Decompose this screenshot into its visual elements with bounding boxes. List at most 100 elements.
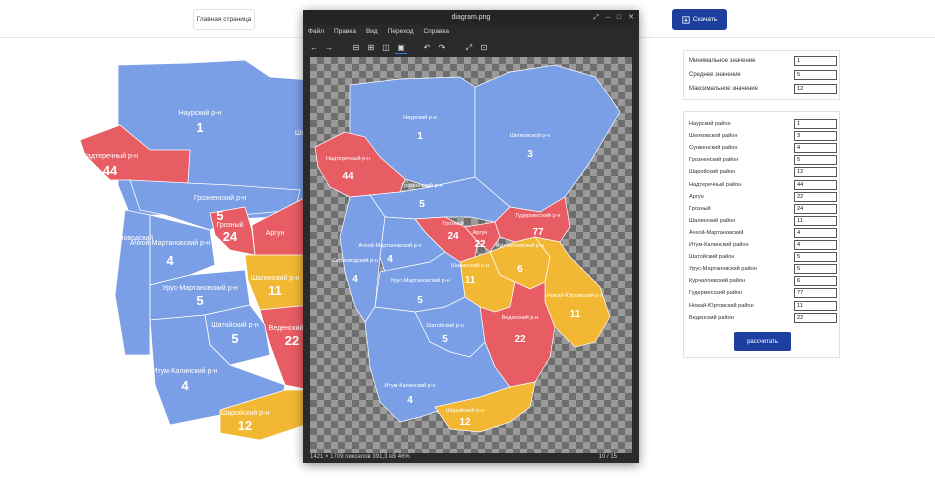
minimize-icon[interactable]: – (606, 12, 610, 23)
home-link[interactable]: Главная страница (193, 9, 255, 30)
region-value-field[interactable]: 4 (794, 240, 837, 250)
bg-region-value: 4 (181, 378, 189, 393)
image-counter: 10 / 15 (598, 454, 617, 460)
viewer-status-bar: 1421 × 1709 пикселов 391,3 kB 46% 10 / 1… (303, 451, 639, 463)
bg-region-value: 4 (166, 253, 174, 268)
region-row: Аргун 22 (689, 191, 837, 203)
bg-region-sernovodsky[interactable] (114, 209, 151, 356)
fullscreen-icon[interactable]: ⤢ (593, 12, 599, 23)
bg-region-name: Итум-Калинский р-н (152, 367, 217, 375)
region-value-field[interactable]: 22 (794, 191, 837, 202)
region-label: Грозный (689, 205, 711, 212)
back-arrow-icon[interactable]: ← (308, 42, 320, 54)
viewer-region-name: Курчалоевский р-н (496, 242, 544, 249)
bg-region-value: 22 (285, 333, 299, 348)
zoom-out-icon[interactable]: ⊟ (350, 42, 362, 54)
region-value-field[interactable]: 5 (794, 155, 837, 166)
region-row: Шаройский район 12 (689, 166, 837, 178)
bg-region-name: Урус-Мартановский р-н (162, 284, 238, 292)
region-label: Аргун (689, 193, 704, 200)
region-row: Веденский район 22 (689, 312, 837, 324)
rotate-left-icon[interactable]: ↶ (421, 42, 433, 54)
slideshow-icon[interactable]: ⊡ (478, 42, 490, 54)
menu-item-go[interactable]: Переход (388, 25, 414, 39)
stat-value-field[interactable]: 5 (794, 70, 837, 80)
bg-region-name: Грозный (216, 221, 243, 229)
viewer-region-value: 24 (447, 231, 459, 242)
viewer-region-value: 11 (570, 309, 581, 320)
region-row: Ачхой-Мартановский 4 (689, 227, 837, 239)
region-value-field[interactable]: 12 (794, 167, 837, 178)
region-label: Грозненский район (689, 157, 739, 164)
region-value-field[interactable]: 5 (794, 252, 837, 263)
image-canvas[interactable]: Наурский р-н 1 Шелковской р-н 3 Надтеречный … (310, 57, 632, 453)
region-value-field[interactable]: 5 (794, 264, 837, 275)
regions-panel: Наурский район 1 Шелковской район 3 Сунженск… (683, 111, 840, 358)
region-value-field[interactable]: 11 (794, 215, 837, 226)
bg-region-value: 11 (268, 283, 282, 298)
viewer-region-name: Урус-Мартановский р-н (390, 277, 449, 284)
region-label: Шелковской район (689, 133, 738, 140)
maximize-icon[interactable]: □ (617, 12, 621, 23)
diagram-map: Наурский р-н 1 Шелковской р-н 3 Надтеречный … (314, 64, 621, 433)
region-value-field[interactable]: 44 (794, 179, 837, 190)
viewer-region-value: 77 (532, 227, 544, 238)
region-row: Шалинский район 11 (689, 215, 837, 227)
region-label: Гудермесский район (689, 290, 743, 297)
zoom-1-to-1-icon[interactable]: ◫ (380, 42, 392, 54)
region-label: Веденский район (689, 314, 734, 321)
region-value-field[interactable]: 4 (794, 143, 837, 154)
stat-row: Максимальное значение 12 (689, 83, 837, 95)
region-value-field[interactable]: 3 (794, 131, 837, 142)
viewer-region-name: Итум-Калинский р-н (384, 382, 435, 389)
viewer-region-value: 4 (387, 254, 393, 265)
menu-item-edit[interactable]: Правка (334, 25, 356, 39)
region-row: Грозненский район 5 (689, 154, 837, 166)
viewer-region-value: 11 (465, 275, 476, 286)
viewer-region-name: Серноводский р-н (332, 257, 378, 264)
bg-region-value: 12 (238, 418, 252, 433)
region-value-field[interactable]: 11 (794, 300, 837, 311)
region-value-field[interactable]: 22 (794, 312, 837, 323)
forward-arrow-icon[interactable]: → (323, 42, 335, 54)
rotate-right-icon[interactable]: ↷ (436, 42, 448, 54)
viewer-region-value: 22 (514, 334, 526, 345)
stat-row: Минимальное значение 1 (689, 55, 837, 67)
stat-label: Среднее значение (689, 72, 741, 78)
close-icon[interactable]: ✕ (628, 12, 634, 23)
region-value-field[interactable]: 77 (794, 288, 837, 299)
viewer-region-value: 5 (419, 199, 425, 210)
stat-label: Минимальное значение (689, 58, 756, 64)
menu-item-view[interactable]: Вид (366, 25, 378, 39)
stat-label: Максимальное значение (689, 86, 758, 92)
region-value-field[interactable]: 24 (794, 203, 837, 214)
image-viewer-window: diagram.png ⤢ – □ ✕ Файл Правка Вид Пере… (303, 10, 639, 463)
region-label: Наурский район (689, 121, 731, 127)
fullscreen-view-icon[interactable]: ⤢ (463, 42, 475, 54)
viewer-region-value: 4 (352, 274, 358, 285)
stat-value-field[interactable]: 12 (794, 84, 837, 94)
menu-item-file[interactable]: Файл (308, 25, 324, 39)
stat-value-field[interactable]: 1 (794, 56, 837, 66)
viewer-region-name: Грозный (442, 220, 463, 227)
viewer-region-name: Шалинский р-н (451, 262, 489, 269)
zoom-in-icon[interactable]: ⊞ (365, 42, 377, 54)
page: Главная страница Скачать Наурский р-н 1 На… (0, 0, 935, 479)
calculate-button[interactable]: рассчитать (734, 332, 791, 351)
best-fit-icon[interactable]: ▣ (395, 42, 407, 54)
viewer-region-name: Аргун (473, 230, 488, 236)
download-label: Скачать (692, 16, 718, 23)
region-value-field[interactable]: 1 (794, 119, 837, 129)
stats-panel: Минимальное значение 1 Среднее значение … (683, 50, 840, 100)
viewer-region-value: 1 (417, 131, 423, 142)
viewer-region-name: Шелковской р-н (510, 132, 550, 139)
viewer-title-bar: diagram.png ⤢ – □ ✕ (303, 10, 639, 25)
viewer-region-value: 6 (517, 264, 523, 275)
region-value-field[interactable]: 4 (794, 227, 837, 238)
viewer-region-name: Гудермесский р-н (516, 212, 561, 219)
viewer-region-name: Ножай-Юртовский р-н (547, 292, 603, 299)
region-value-field[interactable]: 6 (794, 276, 837, 287)
bg-region-value: 22 (268, 55, 282, 58)
menu-item-help[interactable]: Справка (424, 25, 450, 39)
download-button[interactable]: Скачать (672, 9, 727, 30)
